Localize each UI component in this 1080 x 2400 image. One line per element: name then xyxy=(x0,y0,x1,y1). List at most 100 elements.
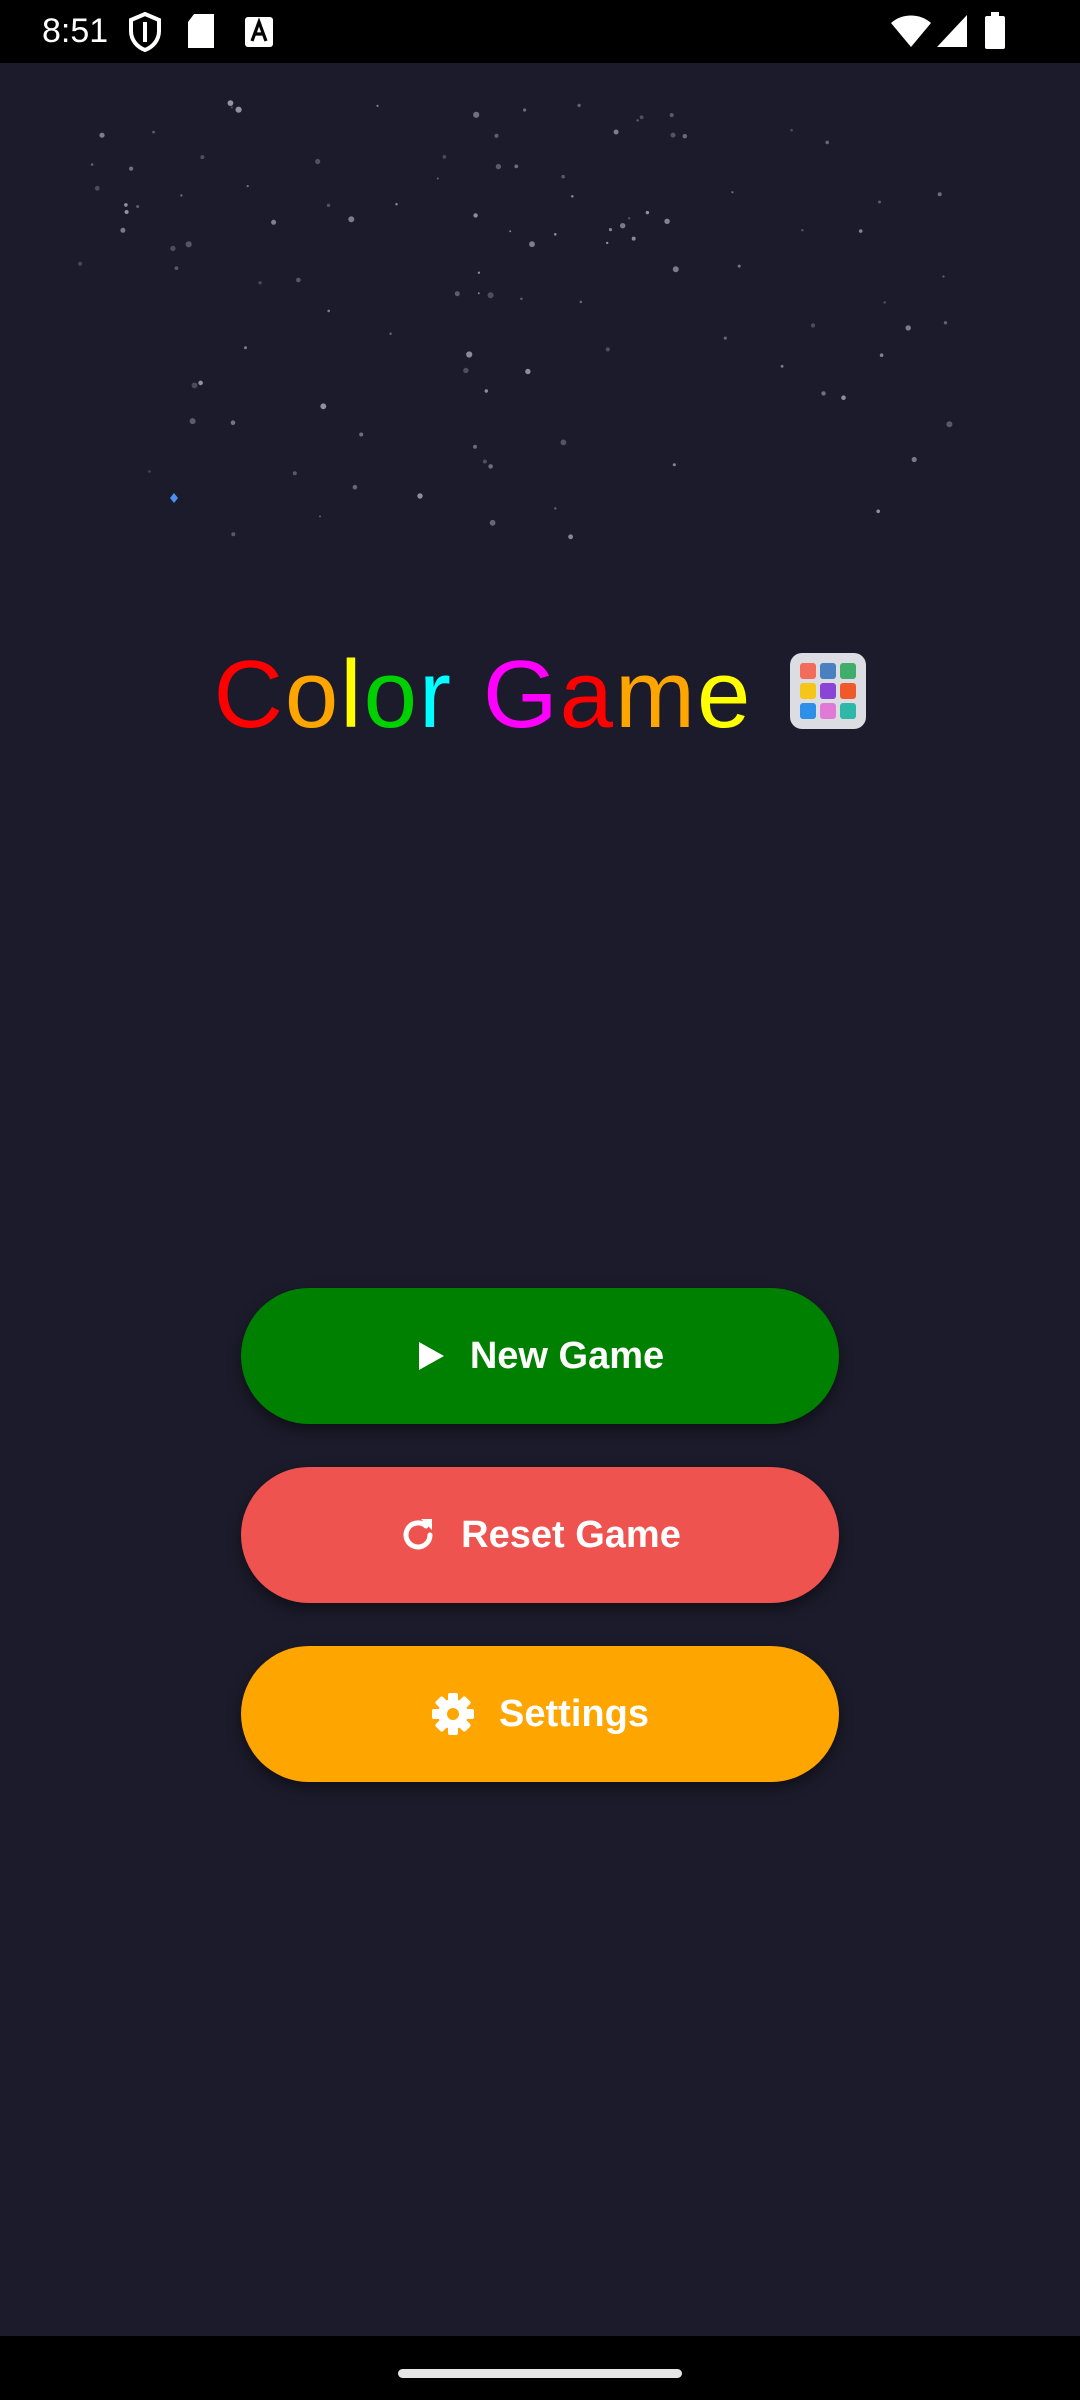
grid-square xyxy=(800,702,817,719)
new-game-label: New Game xyxy=(469,1334,665,1377)
navigation-bar xyxy=(0,2336,1080,2400)
star xyxy=(821,391,826,396)
star xyxy=(180,194,183,197)
title-letter: r xyxy=(419,641,453,748)
star xyxy=(605,347,610,352)
star xyxy=(417,493,423,499)
star xyxy=(520,297,523,301)
star xyxy=(231,532,236,537)
star xyxy=(561,174,565,179)
reset-game-label: Reset Game xyxy=(461,1513,681,1556)
grid-square xyxy=(840,702,857,719)
star xyxy=(942,275,945,278)
star xyxy=(320,403,327,410)
star xyxy=(348,216,355,223)
star xyxy=(315,158,321,165)
star xyxy=(78,261,83,266)
star xyxy=(327,309,331,313)
star xyxy=(489,519,496,526)
star xyxy=(608,228,613,232)
gear-icon xyxy=(431,1692,475,1736)
star xyxy=(90,163,94,166)
star xyxy=(723,336,727,340)
star xyxy=(554,507,557,510)
star xyxy=(99,132,105,138)
starfield xyxy=(78,100,953,540)
star xyxy=(628,217,631,220)
star xyxy=(487,292,494,299)
star xyxy=(810,323,816,328)
star xyxy=(482,459,487,464)
star xyxy=(905,325,911,331)
star xyxy=(523,108,527,112)
star xyxy=(352,484,358,490)
star xyxy=(639,115,644,120)
star xyxy=(876,509,880,514)
star xyxy=(124,210,129,214)
star xyxy=(509,230,512,233)
star xyxy=(780,364,784,368)
star xyxy=(672,266,679,273)
star xyxy=(473,444,477,449)
star xyxy=(664,218,670,224)
shield-icon xyxy=(128,11,162,57)
settings-button[interactable]: Settings xyxy=(241,1646,839,1782)
star xyxy=(943,321,948,325)
star xyxy=(606,241,609,245)
home-gesture-handle[interactable] xyxy=(398,2369,682,2378)
title-letter: o xyxy=(284,641,341,748)
title-text: Color Game xyxy=(214,640,753,750)
star xyxy=(296,277,301,283)
wifi-icon xyxy=(890,14,932,53)
star xyxy=(189,418,196,425)
title-letter: m xyxy=(615,641,698,748)
star xyxy=(560,439,567,446)
star xyxy=(946,421,953,428)
star xyxy=(227,100,234,106)
cellular-signal-icon xyxy=(936,14,968,53)
star xyxy=(148,470,151,473)
star xyxy=(230,106,233,109)
star xyxy=(620,223,626,229)
refresh-icon xyxy=(399,1516,437,1554)
title-letter: o xyxy=(363,641,420,748)
star xyxy=(645,210,650,215)
grid-square xyxy=(820,662,837,679)
star xyxy=(136,205,140,208)
star xyxy=(473,213,478,218)
sd-card-icon xyxy=(186,12,216,55)
star xyxy=(129,166,134,171)
star xyxy=(670,132,676,138)
star xyxy=(636,119,639,122)
star xyxy=(326,203,331,207)
star xyxy=(579,300,583,304)
grid-square xyxy=(800,662,817,679)
star xyxy=(731,191,734,194)
star xyxy=(514,164,519,169)
star xyxy=(436,177,439,180)
star xyxy=(174,266,179,270)
star xyxy=(879,353,884,358)
title-letter: a xyxy=(559,641,616,748)
star xyxy=(577,103,581,108)
star xyxy=(631,236,636,241)
title-letter: l xyxy=(340,641,364,748)
star xyxy=(454,291,460,297)
star xyxy=(737,264,741,268)
grid-square xyxy=(840,682,857,699)
star xyxy=(790,128,793,132)
star xyxy=(841,395,846,401)
grid-square xyxy=(820,682,837,699)
star xyxy=(244,346,247,350)
star xyxy=(376,104,379,107)
reset-game-button[interactable]: Reset Game xyxy=(241,1467,839,1603)
star xyxy=(152,130,155,134)
star xyxy=(488,464,493,469)
star xyxy=(825,140,829,145)
star xyxy=(246,185,249,188)
star xyxy=(484,389,488,393)
new-game-button[interactable]: New Game xyxy=(241,1288,839,1424)
star xyxy=(120,227,126,233)
star xyxy=(230,420,236,426)
star xyxy=(494,133,499,138)
